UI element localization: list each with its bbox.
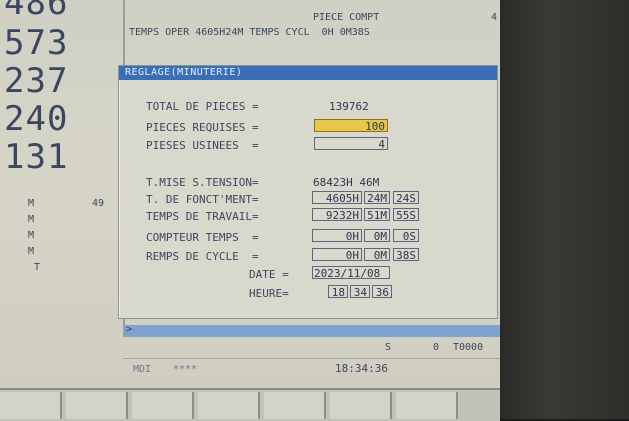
compteur-seconds[interactable]: 0S xyxy=(393,229,419,243)
piece-compt-value: 4 xyxy=(491,12,498,23)
compteur-minutes[interactable]: 0M xyxy=(364,229,390,243)
prompt-arrow-icon: > xyxy=(126,324,133,335)
softkey-3[interactable] xyxy=(132,392,194,419)
axis-label-1: M xyxy=(28,198,35,209)
dialog-title: REGLAGE(MINUTERIE) xyxy=(119,66,497,80)
tool-number: T0000 xyxy=(453,342,484,353)
pieces-requises-field[interactable]: 100 xyxy=(314,119,388,133)
temps-line: TEMPS OPER 4605H24M TEMPS CYCL 0H 0M38S xyxy=(129,27,370,38)
cycle-hours[interactable]: 0H xyxy=(312,248,362,262)
position-value-4: 240 xyxy=(4,99,69,139)
heure-minutes[interactable]: 34 xyxy=(350,285,370,299)
compteur-hours[interactable]: 0H xyxy=(312,229,362,243)
status-clock: 18:34:36 xyxy=(335,362,388,375)
total-pieces-value: 139762 xyxy=(329,100,369,113)
position-value-1: 486 xyxy=(4,0,69,23)
axis-value: 49 xyxy=(92,198,105,209)
pieces-usinees-field[interactable]: 4 xyxy=(314,137,388,151)
heure-seconds[interactable]: 36 xyxy=(372,285,392,299)
mise-tension-value: 68423H 46M xyxy=(313,176,380,189)
compteur-label: COMPTEUR TEMPS = xyxy=(146,231,259,244)
travail-minutes[interactable]: 51M xyxy=(364,208,390,222)
softkey-bar xyxy=(0,388,500,421)
softkey-5[interactable] xyxy=(264,392,326,419)
heure-label: HEURE= xyxy=(249,287,289,300)
axis-label-2: M xyxy=(28,214,35,225)
reglage-minuterie-dialog: REGLAGE(MINUTERIE) TOTAL DE PIECES = 139… xyxy=(118,65,498,319)
input-line[interactable]: > xyxy=(123,324,500,337)
fonct-label: T. DE FONCT'MENT= xyxy=(146,193,259,206)
position-value-5: 131 xyxy=(4,137,69,177)
softkey-6[interactable] xyxy=(330,392,392,419)
softkey-4[interactable] xyxy=(198,392,260,419)
pieces-usinees-label: PIESES USINEES = xyxy=(146,139,259,152)
spindle-value: 0 xyxy=(433,342,440,353)
fonct-minutes[interactable]: 24M xyxy=(364,191,390,205)
softkey-7[interactable] xyxy=(396,392,458,419)
spindle-label: S xyxy=(385,342,392,353)
axis-label-5: T xyxy=(34,262,41,273)
axis-label-3: M xyxy=(28,230,35,241)
axis-label-4: M xyxy=(28,246,35,257)
softkey-2[interactable] xyxy=(66,392,128,419)
piece-compt-label: PIECE COMPT xyxy=(313,12,380,23)
cycle-label: REMPS DE CYCLE = xyxy=(146,250,259,263)
travail-seconds[interactable]: 55S xyxy=(393,208,419,222)
fonct-seconds[interactable]: 24S xyxy=(393,191,419,205)
mise-tension-label: T.MISE S.TENSION= xyxy=(146,176,259,189)
cycle-seconds[interactable]: 38S xyxy=(393,248,419,262)
date-label: DATE = xyxy=(249,268,289,281)
mode-stars: **** xyxy=(173,364,198,375)
fonct-hours[interactable]: 4605H xyxy=(312,191,362,205)
spindle-tool-status: S 0 T0000 xyxy=(123,340,500,354)
softkey-1[interactable] xyxy=(0,392,62,419)
position-panel: 486 573 237 240 131 M 49 M M M T xyxy=(0,0,125,330)
position-value-3: 237 xyxy=(4,61,69,101)
cycle-minutes[interactable]: 0M xyxy=(364,248,390,262)
position-value-2: 573 xyxy=(4,23,69,63)
top-status-bar: PIECE COMPT 4 TEMPS OPER 4605H24M TEMPS … xyxy=(123,10,500,50)
monitor-bezel xyxy=(500,0,629,419)
pieces-requises-label[interactable]: PIECES REQUISES = xyxy=(146,121,259,134)
mode-label: MDI xyxy=(133,364,152,375)
mode-status-bar: MDI **** 18:34:36 xyxy=(123,358,500,377)
travail-label: TEMPS DE TRAVAIL= xyxy=(146,210,259,223)
cnc-screen: 486 573 237 240 131 M 49 M M M T PIECE C… xyxy=(0,0,500,421)
travail-hours[interactable]: 9232H xyxy=(312,208,362,222)
total-pieces-label: TOTAL DE PIECES = xyxy=(146,100,259,113)
date-field[interactable]: 2023/11/08 xyxy=(312,266,390,280)
heure-hours[interactable]: 18 xyxy=(328,285,348,299)
